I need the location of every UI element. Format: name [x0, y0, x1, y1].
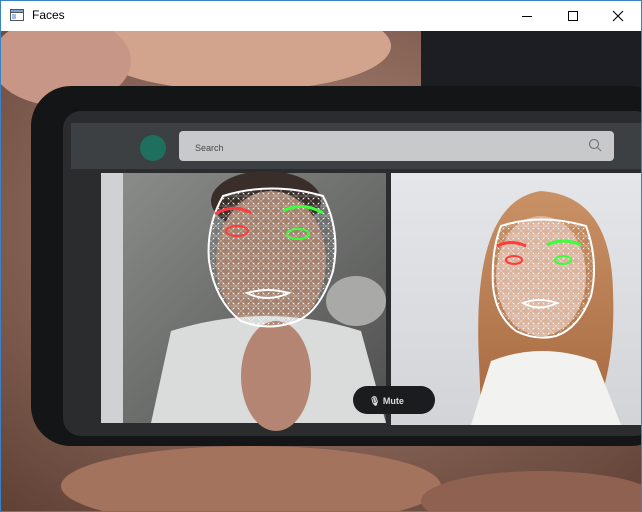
face-mesh-1 — [207, 187, 337, 328]
camera-frame: Search 🎙 Mute — [1, 31, 641, 511]
app-window-icon — [10, 9, 24, 21]
window-title: Faces — [32, 8, 65, 22]
man-hand — [241, 321, 311, 431]
maximize-icon — [568, 11, 578, 21]
app-avatar-icon — [140, 135, 166, 161]
room-object — [326, 276, 386, 326]
minimize-icon — [522, 16, 532, 17]
left-tile-gap — [101, 173, 123, 423]
call-control-label: 🎙 Mute — [369, 396, 404, 406]
close-icon — [612, 10, 624, 22]
title-bar[interactable]: Faces — [1, 1, 641, 31]
search-text: Search — [195, 143, 224, 153]
faces-window: Faces Search 🎙 Mute — [0, 0, 642, 512]
minimize-button[interactable] — [504, 1, 550, 31]
maximize-button[interactable] — [550, 1, 596, 31]
search-box[interactable] — [179, 131, 614, 161]
camera-feed: Search 🎙 Mute — [1, 31, 641, 511]
face-mesh-2 — [491, 218, 595, 339]
close-button[interactable] — [595, 1, 641, 31]
